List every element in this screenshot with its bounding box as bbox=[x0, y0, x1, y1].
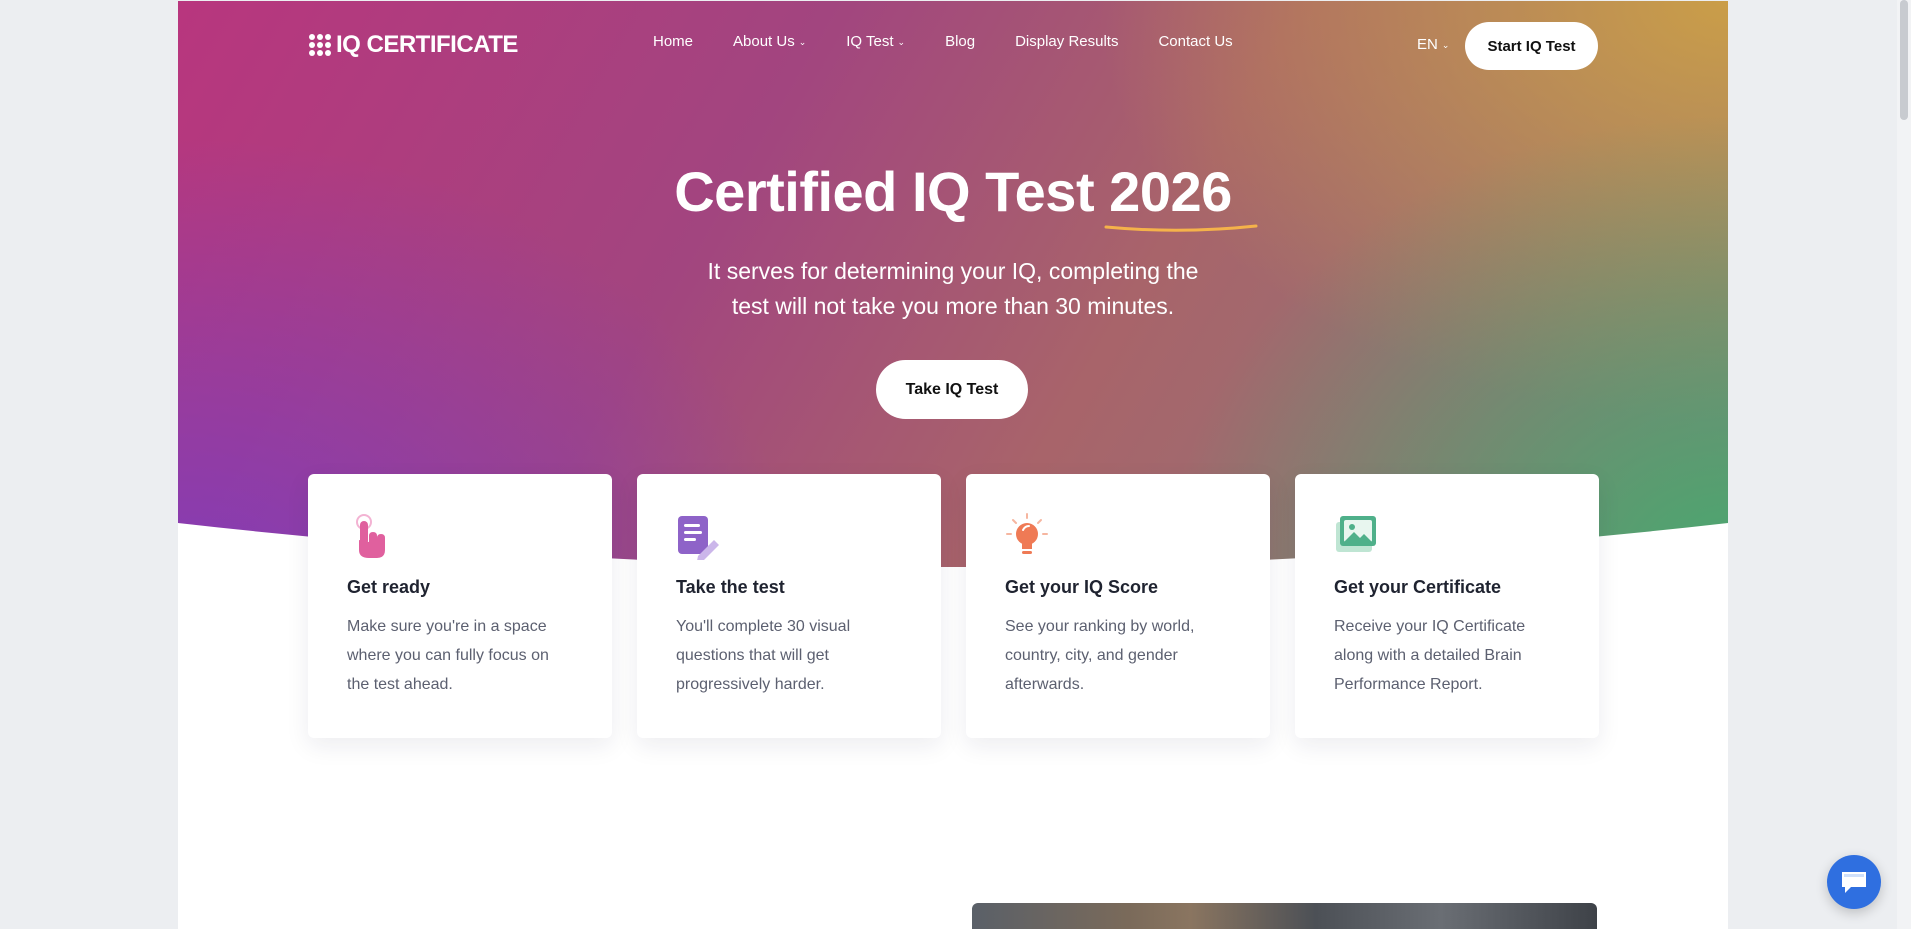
nav-blog[interactable]: Blog bbox=[945, 33, 975, 50]
step-card-get-iq-score: Get your IQ Score See your ranking by wo… bbox=[966, 474, 1270, 738]
language-selector[interactable]: EN ⌄ bbox=[1417, 36, 1449, 53]
hero-subtitle-line-2: test will not take you more than 30 minu… bbox=[731, 293, 1175, 319]
nav-contact-us[interactable]: Contact Us bbox=[1158, 33, 1232, 50]
nav-iq-test-label: IQ Test bbox=[846, 33, 894, 50]
chat-widget-button[interactable] bbox=[1827, 855, 1881, 909]
step-title: Take the test bbox=[676, 577, 785, 597]
nav-display-results-label: Display Results bbox=[1015, 33, 1119, 50]
hero-title-year-wrap: 2026 bbox=[1104, 159, 1258, 232]
site-logo[interactable]: IQ CERTIFICATE bbox=[308, 31, 518, 59]
nav-iq-test[interactable]: IQ Test ⌄ bbox=[846, 33, 905, 50]
step-description: Receive your IQ Certificate along with a… bbox=[1334, 618, 1526, 693]
logo-dots-icon bbox=[309, 34, 331, 56]
lightbulb-icon bbox=[1006, 513, 1048, 554]
step-card-take-the-test: Take the test You'll complete 30 visual … bbox=[637, 474, 941, 738]
step-title: Get your Certificate bbox=[1334, 577, 1502, 597]
steps-cards: Get ready Make sure you're in a space wh… bbox=[308, 474, 1599, 738]
logo-text: IQ CERTIFICATE bbox=[336, 31, 518, 58]
step-description: See your ranking by world, country, city… bbox=[1005, 618, 1195, 693]
step-title: Get your IQ Score bbox=[1005, 577, 1159, 597]
document-pen-icon bbox=[678, 516, 719, 561]
nav-about-us-label: About Us bbox=[733, 33, 795, 50]
step-card-get-ready: Get ready Make sure you're in a space wh… bbox=[308, 474, 612, 738]
hero-subtitle-line-1: It serves for determining your IQ, compl… bbox=[707, 258, 1199, 284]
chevron-down-icon: ⌄ bbox=[1441, 40, 1450, 50]
certificate-image-icon bbox=[1336, 516, 1376, 552]
hero-title-main: Certified IQ Test bbox=[674, 160, 1095, 223]
step-card-get-certificate: Get your Certificate Receive your IQ Cer… bbox=[1295, 474, 1599, 738]
hero-title-year: 2026 bbox=[1109, 160, 1232, 223]
step-description: You'll complete 30 visual questions that… bbox=[676, 618, 851, 693]
step-description: Make sure you're in a space where you ca… bbox=[347, 618, 549, 693]
nav-home-label: Home bbox=[653, 33, 694, 50]
nav-blog-label: Blog bbox=[945, 33, 976, 50]
start-iq-test-button[interactable]: Start IQ Test bbox=[1465, 22, 1598, 70]
hero-title: Certified IQ Test 2026 bbox=[178, 159, 1728, 232]
pointer-hand-icon bbox=[356, 514, 385, 558]
hero-subtitle: It serves for determining your IQ, compl… bbox=[653, 254, 1253, 324]
nav-contact-us-label: Contact Us bbox=[1158, 33, 1233, 50]
scrollbar-thumb[interactable] bbox=[1900, 0, 1908, 120]
chevron-down-icon: ⌄ bbox=[798, 37, 807, 47]
section-photo bbox=[972, 903, 1597, 929]
underline-decoration bbox=[1104, 224, 1258, 232]
chevron-down-icon: ⌄ bbox=[897, 37, 906, 47]
scrollbar[interactable] bbox=[1897, 0, 1911, 929]
language-label: EN bbox=[1417, 36, 1438, 53]
main-nav: Home About Us ⌄ IQ Test ⌄ Blog Display Res… bbox=[653, 33, 1273, 50]
take-iq-test-button[interactable]: Take IQ Test bbox=[876, 360, 1028, 419]
nav-display-results[interactable]: Display Results bbox=[1015, 33, 1118, 50]
step-title: Get ready bbox=[347, 577, 431, 597]
nav-about-us[interactable]: About Us ⌄ bbox=[733, 33, 806, 50]
page: IQ CERTIFICATE Home About Us ⌄ IQ Test ⌄ B… bbox=[178, 1, 1728, 929]
nav-home[interactable]: Home bbox=[653, 33, 693, 50]
chat-bubble-icon bbox=[1842, 872, 1866, 893]
